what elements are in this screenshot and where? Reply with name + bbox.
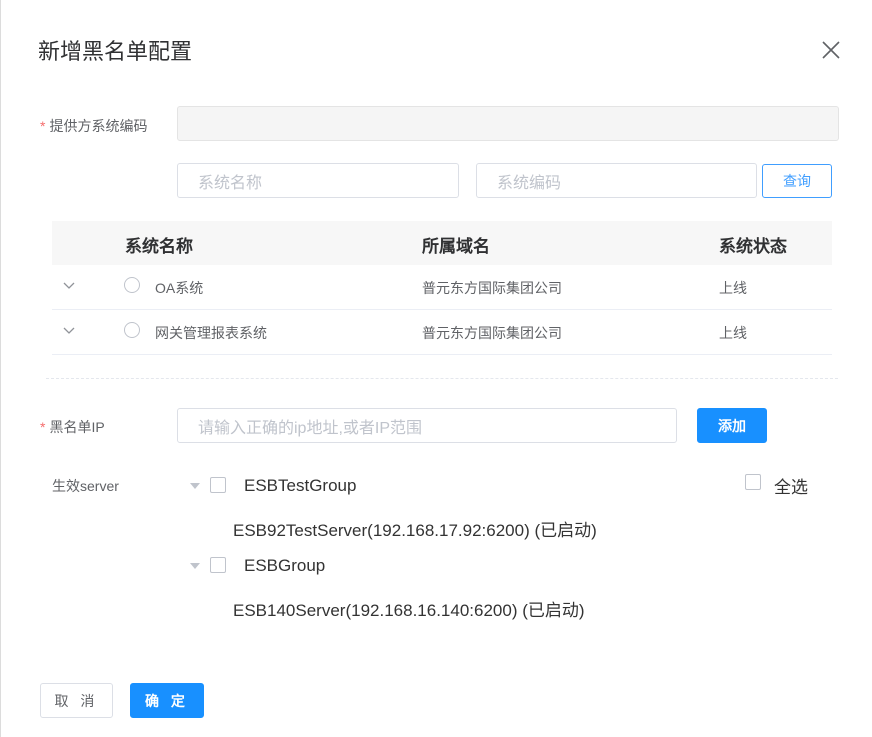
add-button[interactable]: 添加 bbox=[697, 408, 767, 443]
system-name-placeholder: 系统名称 bbox=[198, 174, 263, 192]
provider-code-label-text: 提供方系统编码 bbox=[49, 118, 148, 134]
header-status: 系统状态 bbox=[719, 237, 787, 256]
row-domain: 普元东方国际集团公司 bbox=[422, 325, 562, 341]
header-domain: 所属域名 bbox=[422, 237, 490, 256]
row-status: 上线 bbox=[719, 325, 747, 341]
table-row[interactable]: OA系统 普元东方国际集团公司 上线 bbox=[52, 265, 832, 310]
blacklist-ip-input[interactable]: 请输入正确的ip地址,或者IP范围 bbox=[177, 408, 677, 443]
tree-group-label: ESBGroup bbox=[244, 556, 326, 575]
group-checkbox[interactable] bbox=[210, 477, 226, 493]
row-radio[interactable] bbox=[124, 277, 140, 293]
blacklist-ip-placeholder: 请输入正确的ip地址,或者IP范围 bbox=[198, 419, 423, 437]
cancel-button[interactable]: 取 消 bbox=[40, 683, 113, 718]
tree-server-item[interactable]: ESB140Server(192.168.16.140:6200) (已启动) bbox=[233, 596, 585, 621]
table-header: 系统名称 所属域名 系统状态 bbox=[52, 221, 832, 265]
blacklist-ip-label: * 黑名单IP bbox=[40, 417, 105, 437]
row-status: 上线 bbox=[719, 280, 747, 296]
chevron-down-icon[interactable] bbox=[62, 279, 76, 293]
select-all-label[interactable]: 全选 bbox=[774, 473, 808, 498]
required-mark: * bbox=[40, 419, 46, 435]
row-system-name: OA系统 bbox=[155, 280, 204, 296]
row-domain: 普元东方国际集团公司 bbox=[422, 280, 562, 296]
provider-code-label: * 提供方系统编码 bbox=[40, 116, 147, 136]
confirm-button[interactable]: 确 定 bbox=[130, 683, 204, 718]
row-radio[interactable] bbox=[124, 322, 140, 338]
chevron-down-icon[interactable] bbox=[62, 324, 76, 338]
group-checkbox[interactable] bbox=[210, 557, 226, 573]
dialog-left-border bbox=[0, 0, 1, 737]
dialog-title: 新增黑名单配置 bbox=[38, 39, 193, 64]
system-name-search-input[interactable]: 系统名称 bbox=[177, 163, 459, 198]
header-system-name: 系统名称 bbox=[125, 237, 193, 256]
tree-server-item[interactable]: ESB92TestServer(192.168.17.92:6200) (已启动… bbox=[233, 516, 597, 541]
provider-code-input[interactable] bbox=[177, 106, 839, 141]
system-code-placeholder: 系统编码 bbox=[497, 174, 562, 192]
server-label: 生效server bbox=[52, 478, 119, 494]
section-divider bbox=[46, 378, 838, 379]
close-icon[interactable] bbox=[820, 39, 842, 61]
caret-down-icon[interactable] bbox=[190, 563, 200, 569]
required-mark: * bbox=[40, 118, 46, 134]
select-all-checkbox[interactable] bbox=[745, 474, 761, 490]
table-row[interactable]: 网关管理报表系统 普元东方国际集团公司 上线 bbox=[52, 310, 832, 355]
system-table: 系统名称 所属域名 系统状态 OA系统 普元东方国际集团公司 上线 网关管理报表… bbox=[52, 221, 832, 355]
blacklist-ip-label-text: 黑名单IP bbox=[49, 419, 105, 435]
system-code-search-input[interactable]: 系统编码 bbox=[476, 163, 757, 198]
row-system-name: 网关管理报表系统 bbox=[155, 325, 267, 341]
query-button[interactable]: 查询 bbox=[762, 164, 832, 198]
caret-down-icon[interactable] bbox=[190, 483, 200, 489]
tree-group-label: ESBTestGroup bbox=[244, 476, 357, 495]
